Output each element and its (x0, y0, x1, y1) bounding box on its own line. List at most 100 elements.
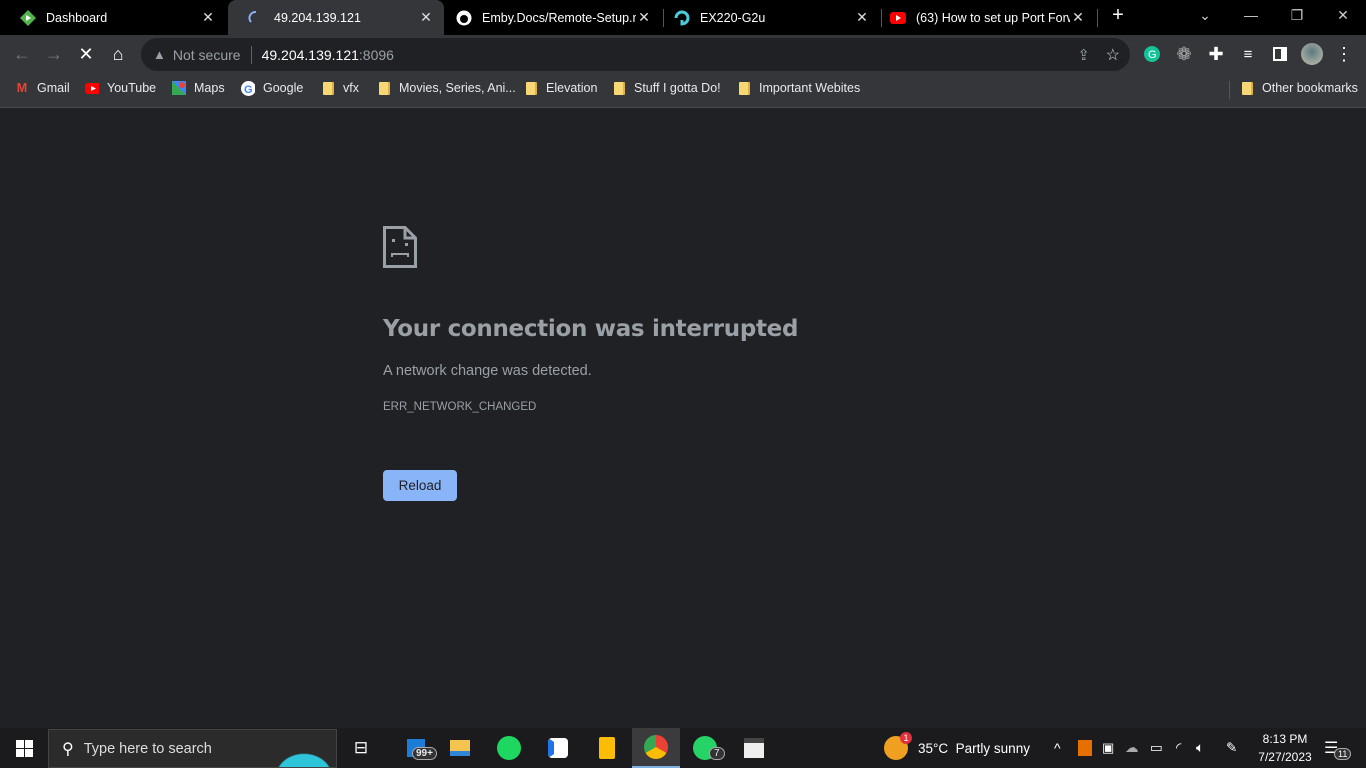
tab-current[interactable]: 49.204.139.121 ✕ (228, 0, 444, 35)
reload-button[interactable]: Reload (383, 470, 457, 501)
bookmarks-bar: M Gmail YouTube Maps G Google vfx Movies, … (0, 73, 1366, 108)
bookmark-label: Important Webites (759, 81, 861, 95)
tab-title: EX220-G2u (700, 10, 766, 25)
meet-now-icon[interactable]: ▣ (1102, 728, 1114, 768)
avatar[interactable] (1300, 42, 1324, 66)
share-icon[interactable]: ⇪ (1077, 46, 1090, 64)
bookmark-folder-vfx[interactable]: vfx (321, 81, 359, 95)
weather-text: 35°C Partly sunny (918, 740, 1030, 756)
close-window-button[interactable]: ✕ (1320, 0, 1366, 32)
youtube-icon (85, 81, 99, 95)
error-title: Your connection was interrupted (383, 316, 799, 342)
chrome-app[interactable] (632, 728, 680, 768)
grammarly-icon[interactable]: G (1140, 42, 1164, 66)
mail-app[interactable]: 99+ (392, 728, 440, 768)
tab-ex220[interactable]: EX220-G2u ✕ (664, 0, 880, 35)
svg-text:G: G (1148, 49, 1157, 61)
bookmark-gmail[interactable]: M Gmail (15, 81, 70, 95)
tab-youtube[interactable]: (63) How to set up Port Forwarding ✕ (882, 0, 1096, 35)
volume-icon[interactable]: 🔈︎ (1196, 728, 1204, 768)
tab-search-chevron-icon[interactable]: ⌄ (1182, 0, 1228, 32)
close-icon[interactable]: ✕ (1070, 9, 1086, 26)
bookmark-label: Maps (194, 81, 225, 95)
onedrive-error-icon[interactable]: ☁ (1125, 728, 1139, 768)
tab-emby-docs[interactable]: Emby.Docs/Remote-Setup.md ✕ (446, 0, 662, 35)
close-icon[interactable]: ✕ (418, 9, 434, 26)
weather-badge: 1 (900, 732, 912, 744)
show-hidden-icons-button[interactable]: ^ (1054, 728, 1061, 768)
start-button[interactable] (0, 728, 48, 768)
close-icon[interactable]: ✕ (636, 9, 652, 26)
tab-dashboard[interactable]: Dashboard ✕ (0, 0, 226, 35)
bookmark-label: YouTube (107, 81, 157, 95)
pen-icon[interactable]: ✎ (1226, 728, 1237, 768)
folder-icon (1240, 81, 1254, 95)
menu-icon[interactable]: ⋮ (1332, 42, 1356, 66)
clock[interactable]: 8:13 PM 7/27/2023 (1250, 728, 1320, 768)
media-player-classic-app[interactable] (730, 728, 778, 768)
media-controls-icon[interactable]: ≡ (1236, 42, 1260, 66)
address-bar[interactable]: ▲ Not secure 49.204.139.121 :8096 ⇪ ☆ (141, 38, 1130, 71)
bookmark-maps[interactable]: Maps (172, 81, 225, 95)
folder-icon (321, 81, 335, 95)
bookmark-folder-elevation[interactable]: Elevation (524, 81, 597, 95)
error-page: Your connection was interrupted A networ… (0, 109, 1366, 728)
bookmark-folder-important[interactable]: Important Webites (737, 81, 860, 95)
emby-icon (20, 9, 36, 26)
back-button[interactable]: ← (10, 42, 34, 66)
tab-title: Dashboard (46, 10, 108, 25)
warning-icon: ▲ (153, 47, 166, 62)
bookmark-label: Elevation (546, 81, 598, 95)
side-panel-icon[interactable] (1268, 42, 1292, 66)
bookmark-label: vfx (343, 81, 359, 95)
home-button[interactable]: ⌂ (106, 42, 130, 66)
bookmark-youtube[interactable]: YouTube (85, 81, 156, 95)
folder-icon (524, 81, 538, 95)
whatsapp-app[interactable]: 7 (681, 728, 729, 768)
java-tray-icon[interactable] (1078, 728, 1092, 768)
error-code: ERR_NETWORK_CHANGED (383, 401, 537, 413)
forward-button[interactable]: → (42, 42, 66, 66)
minimize-button[interactable]: — (1228, 0, 1274, 32)
divider (250, 45, 252, 64)
file-explorer-app[interactable] (436, 728, 484, 768)
extension-icon[interactable]: ❁ (1172, 42, 1196, 66)
gmail-icon: M (16, 81, 28, 95)
bookmark-divider (1229, 81, 1230, 99)
tab-title: Emby.Docs/Remote-Setup.md (482, 10, 636, 25)
bookmark-folder-other[interactable]: Other bookmarks (1240, 81, 1358, 95)
bookmark-folder-stuff[interactable]: Stuff I gotta Do! (612, 81, 721, 95)
bookmark-label: Stuff I gotta Do! (634, 81, 721, 95)
spotify-app[interactable] (485, 728, 533, 768)
puzzle-extensions-icon[interactable]: ✚ (1204, 42, 1228, 66)
star-icon[interactable]: ☆ (1106, 45, 1120, 65)
windows-icon (15, 739, 33, 757)
date: 7/27/2023 (1258, 750, 1312, 764)
search-icon: ⚲ (62, 740, 74, 758)
security-label[interactable]: Not secure (173, 47, 241, 63)
task-view-button[interactable]: ⊟ (337, 728, 385, 768)
folder-icon (737, 81, 751, 95)
weather-widget[interactable]: 1 35°C Partly sunny (884, 728, 1030, 768)
search-placeholder: Type here to search (83, 740, 212, 757)
mail-badge: 99+ (412, 747, 437, 760)
new-tab-button[interactable]: + (1096, 0, 1140, 32)
close-icon[interactable]: ✕ (854, 9, 870, 26)
restore-button[interactable]: ❐ (1274, 0, 1320, 32)
wifi-icon[interactable]: ◜ (1176, 728, 1181, 768)
folder-icon (377, 81, 391, 95)
notification-count: 11 (1334, 748, 1352, 760)
toolbar: ← → ✕ ⌂ ▲ Not secure 49.204.139.121 :809… (0, 35, 1366, 73)
keep-app[interactable] (583, 728, 631, 768)
close-icon[interactable]: ✕ (200, 9, 216, 26)
trello-app[interactable] (534, 728, 582, 768)
stop-loading-button[interactable]: ✕ (74, 42, 98, 66)
svg-text:G: G (244, 84, 253, 96)
tab-strip: Dashboard ✕ 49.204.139.121 ✕ Emby.Docs/R… (0, 0, 1366, 35)
search-box[interactable]: ⚲ Type here to search (48, 729, 337, 768)
notifications-button[interactable]: ☰ 11 (1324, 728, 1352, 768)
battery-icon[interactable]: ▭ (1150, 728, 1163, 768)
bookmark-folder-movies[interactable]: Movies, Series, Ani... (377, 81, 516, 95)
bookmark-google[interactable]: G Google (241, 80, 303, 96)
github-icon (456, 10, 472, 26)
